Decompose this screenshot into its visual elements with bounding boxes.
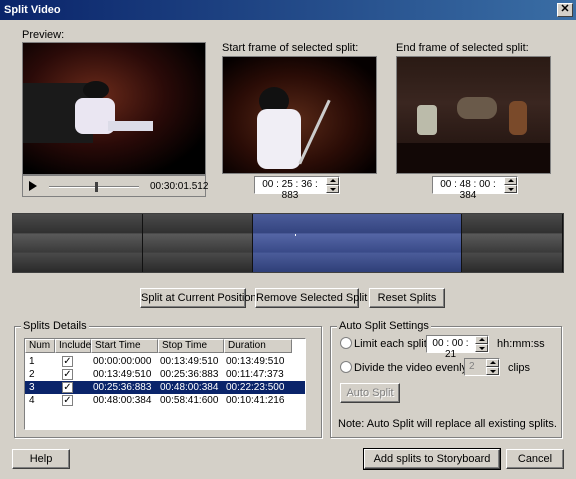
include-checkbox[interactable]: ✓ — [62, 369, 73, 380]
close-icon: ✕ — [560, 3, 570, 15]
auto-split-title: Auto Split Settings — [337, 320, 431, 332]
table-row[interactable]: 3 ✓ 00:25:36:883 00:48:00:384 00:22:23:500 — [25, 381, 305, 394]
start-time-down-button[interactable] — [326, 185, 339, 193]
row-stop-time: 00:25:36:883 — [160, 369, 219, 380]
divide-clips-unit: clips — [508, 362, 531, 374]
row-num: 1 — [29, 356, 35, 367]
end-frame-label: End frame of selected split: — [396, 42, 529, 54]
preview-video[interactable] — [22, 42, 206, 175]
split-video-dialog: Split Video ✕ Preview: 00:30:01.512 Star… — [0, 0, 576, 479]
include-checkbox[interactable]: ✓ — [62, 382, 73, 393]
timeline-segment[interactable] — [143, 214, 253, 272]
seek-thumb[interactable] — [95, 182, 98, 192]
preview-frame — [23, 43, 205, 174]
start-performer-shirt — [257, 109, 301, 169]
row-start-time: 00:25:36:883 — [93, 382, 152, 393]
limit-time-down-button[interactable] — [475, 344, 488, 352]
limit-split-time[interactable]: 00 : 00 : 21 — [426, 335, 489, 360]
column-duration[interactable]: Duration — [224, 339, 292, 353]
start-stand — [298, 99, 331, 165]
cancel-button[interactable]: Cancel — [506, 449, 564, 469]
add-to-storyboard-button[interactable]: Add splits to Storyboard — [363, 448, 501, 470]
limit-split-radio[interactable] — [340, 337, 352, 349]
splits-list-header: Num Include Start Time Stop Time Duratio… — [25, 339, 305, 353]
end-frame-time-value: 00 : 48 : 00 : 384 — [440, 179, 496, 201]
piano-keys — [108, 121, 153, 131]
row-stop-time: 00:48:00:384 — [160, 382, 219, 393]
preview-time: 00:30:01.512 — [150, 181, 209, 192]
splits-details-title: Splits Details — [21, 320, 89, 332]
auto-split-button[interactable]: Auto Split — [340, 383, 400, 403]
end-frame-image — [397, 57, 550, 173]
row-start-time: 00:48:00:384 — [93, 395, 152, 406]
start-frame-label: Start frame of selected split: — [222, 42, 359, 54]
include-checkbox[interactable]: ✓ — [62, 395, 73, 406]
start-frame-video — [222, 56, 377, 174]
end-frame-video — [396, 56, 551, 174]
row-duration: 00:11:47:373 — [226, 369, 284, 380]
table-row[interactable]: 2 ✓ 00:13:49:510 00:25:36:883 00:11:47:373 — [25, 368, 305, 381]
row-num: 4 — [29, 395, 35, 406]
play-icon[interactable] — [29, 181, 37, 191]
divide-clips-value: 2 — [469, 361, 475, 372]
row-stop-time: 00:13:49:510 — [160, 356, 219, 367]
performer-head — [83, 81, 109, 99]
divide-evenly-radio[interactable] — [340, 361, 352, 373]
end-frame-time[interactable]: 00 : 48 : 00 : 384 — [432, 176, 518, 201]
column-start-time[interactable]: Start Time — [91, 339, 158, 353]
column-include[interactable]: Include — [55, 339, 91, 353]
timeline-segment[interactable] — [253, 214, 462, 272]
row-stop-time: 00:58:41:600 — [160, 395, 219, 406]
start-frame-time[interactable]: 00 : 25 : 36 : 883 — [254, 176, 340, 201]
column-stop-time[interactable]: Stop Time — [158, 339, 224, 353]
include-checkbox[interactable]: ✓ — [62, 356, 73, 367]
remove-selected-split-button[interactable]: Remove Selected Split — [255, 288, 367, 308]
preview-controls: 00:30:01.512 — [22, 175, 209, 197]
start-frame-image — [223, 57, 376, 173]
limit-split-unit: hh:mm:ss — [497, 338, 545, 350]
row-duration: 00:10:41:216 — [226, 395, 285, 406]
row-duration: 00:13:49:510 — [226, 356, 285, 367]
divide-down-button[interactable] — [486, 367, 499, 375]
start-frame-time-value: 00 : 25 : 36 : 883 — [262, 179, 318, 201]
reset-splits-button[interactable]: Reset Splits — [369, 288, 445, 308]
splits-list[interactable]: Num Include Start Time Stop Time Duratio… — [24, 338, 306, 430]
column-num[interactable]: Num — [25, 339, 55, 353]
help-button[interactable]: Help — [12, 449, 70, 469]
end-bass — [509, 101, 527, 135]
table-row[interactable]: 4 ✓ 00:48:00:384 00:58:41:600 00:10:41:216 — [25, 394, 305, 407]
start-time-up-button[interactable] — [326, 177, 339, 185]
end-time-down-button[interactable] — [504, 185, 517, 193]
row-num: 2 — [29, 369, 35, 380]
title-bar: Split Video ✕ — [0, 0, 576, 20]
divide-up-button[interactable] — [486, 359, 499, 367]
end-floor — [397, 143, 550, 173]
playhead-marker — [295, 234, 296, 236]
close-button[interactable]: ✕ — [557, 3, 573, 17]
row-start-time: 00:13:49:510 — [93, 369, 152, 380]
preview-label: Preview: — [22, 29, 65, 41]
timeline-segment[interactable] — [13, 214, 143, 272]
end-time-up-button[interactable] — [504, 177, 517, 185]
table-row[interactable]: 1 ✓ 00:00:00:000 00:13:49:510 00:13:49:510 — [25, 355, 305, 368]
divide-clips-count[interactable]: 2 — [464, 358, 500, 376]
window-title: Split Video — [4, 4, 61, 16]
split-timeline[interactable] — [12, 213, 564, 273]
split-at-current-button[interactable]: Split at Current Position — [140, 288, 257, 308]
timeline-segment[interactable] — [462, 214, 563, 272]
row-duration: 00:22:23:500 — [226, 382, 285, 393]
row-num: 3 — [29, 382, 35, 393]
end-drums — [457, 97, 497, 119]
limit-time-up-button[interactable] — [475, 336, 488, 344]
end-musician-1 — [417, 105, 437, 135]
auto-split-note: Note: Auto Split will replace all existi… — [338, 418, 557, 430]
row-start-time: 00:00:00:000 — [93, 356, 152, 367]
limit-split-time-value: 00 : 00 : 21 — [432, 338, 469, 360]
seek-bar[interactable] — [49, 182, 139, 192]
